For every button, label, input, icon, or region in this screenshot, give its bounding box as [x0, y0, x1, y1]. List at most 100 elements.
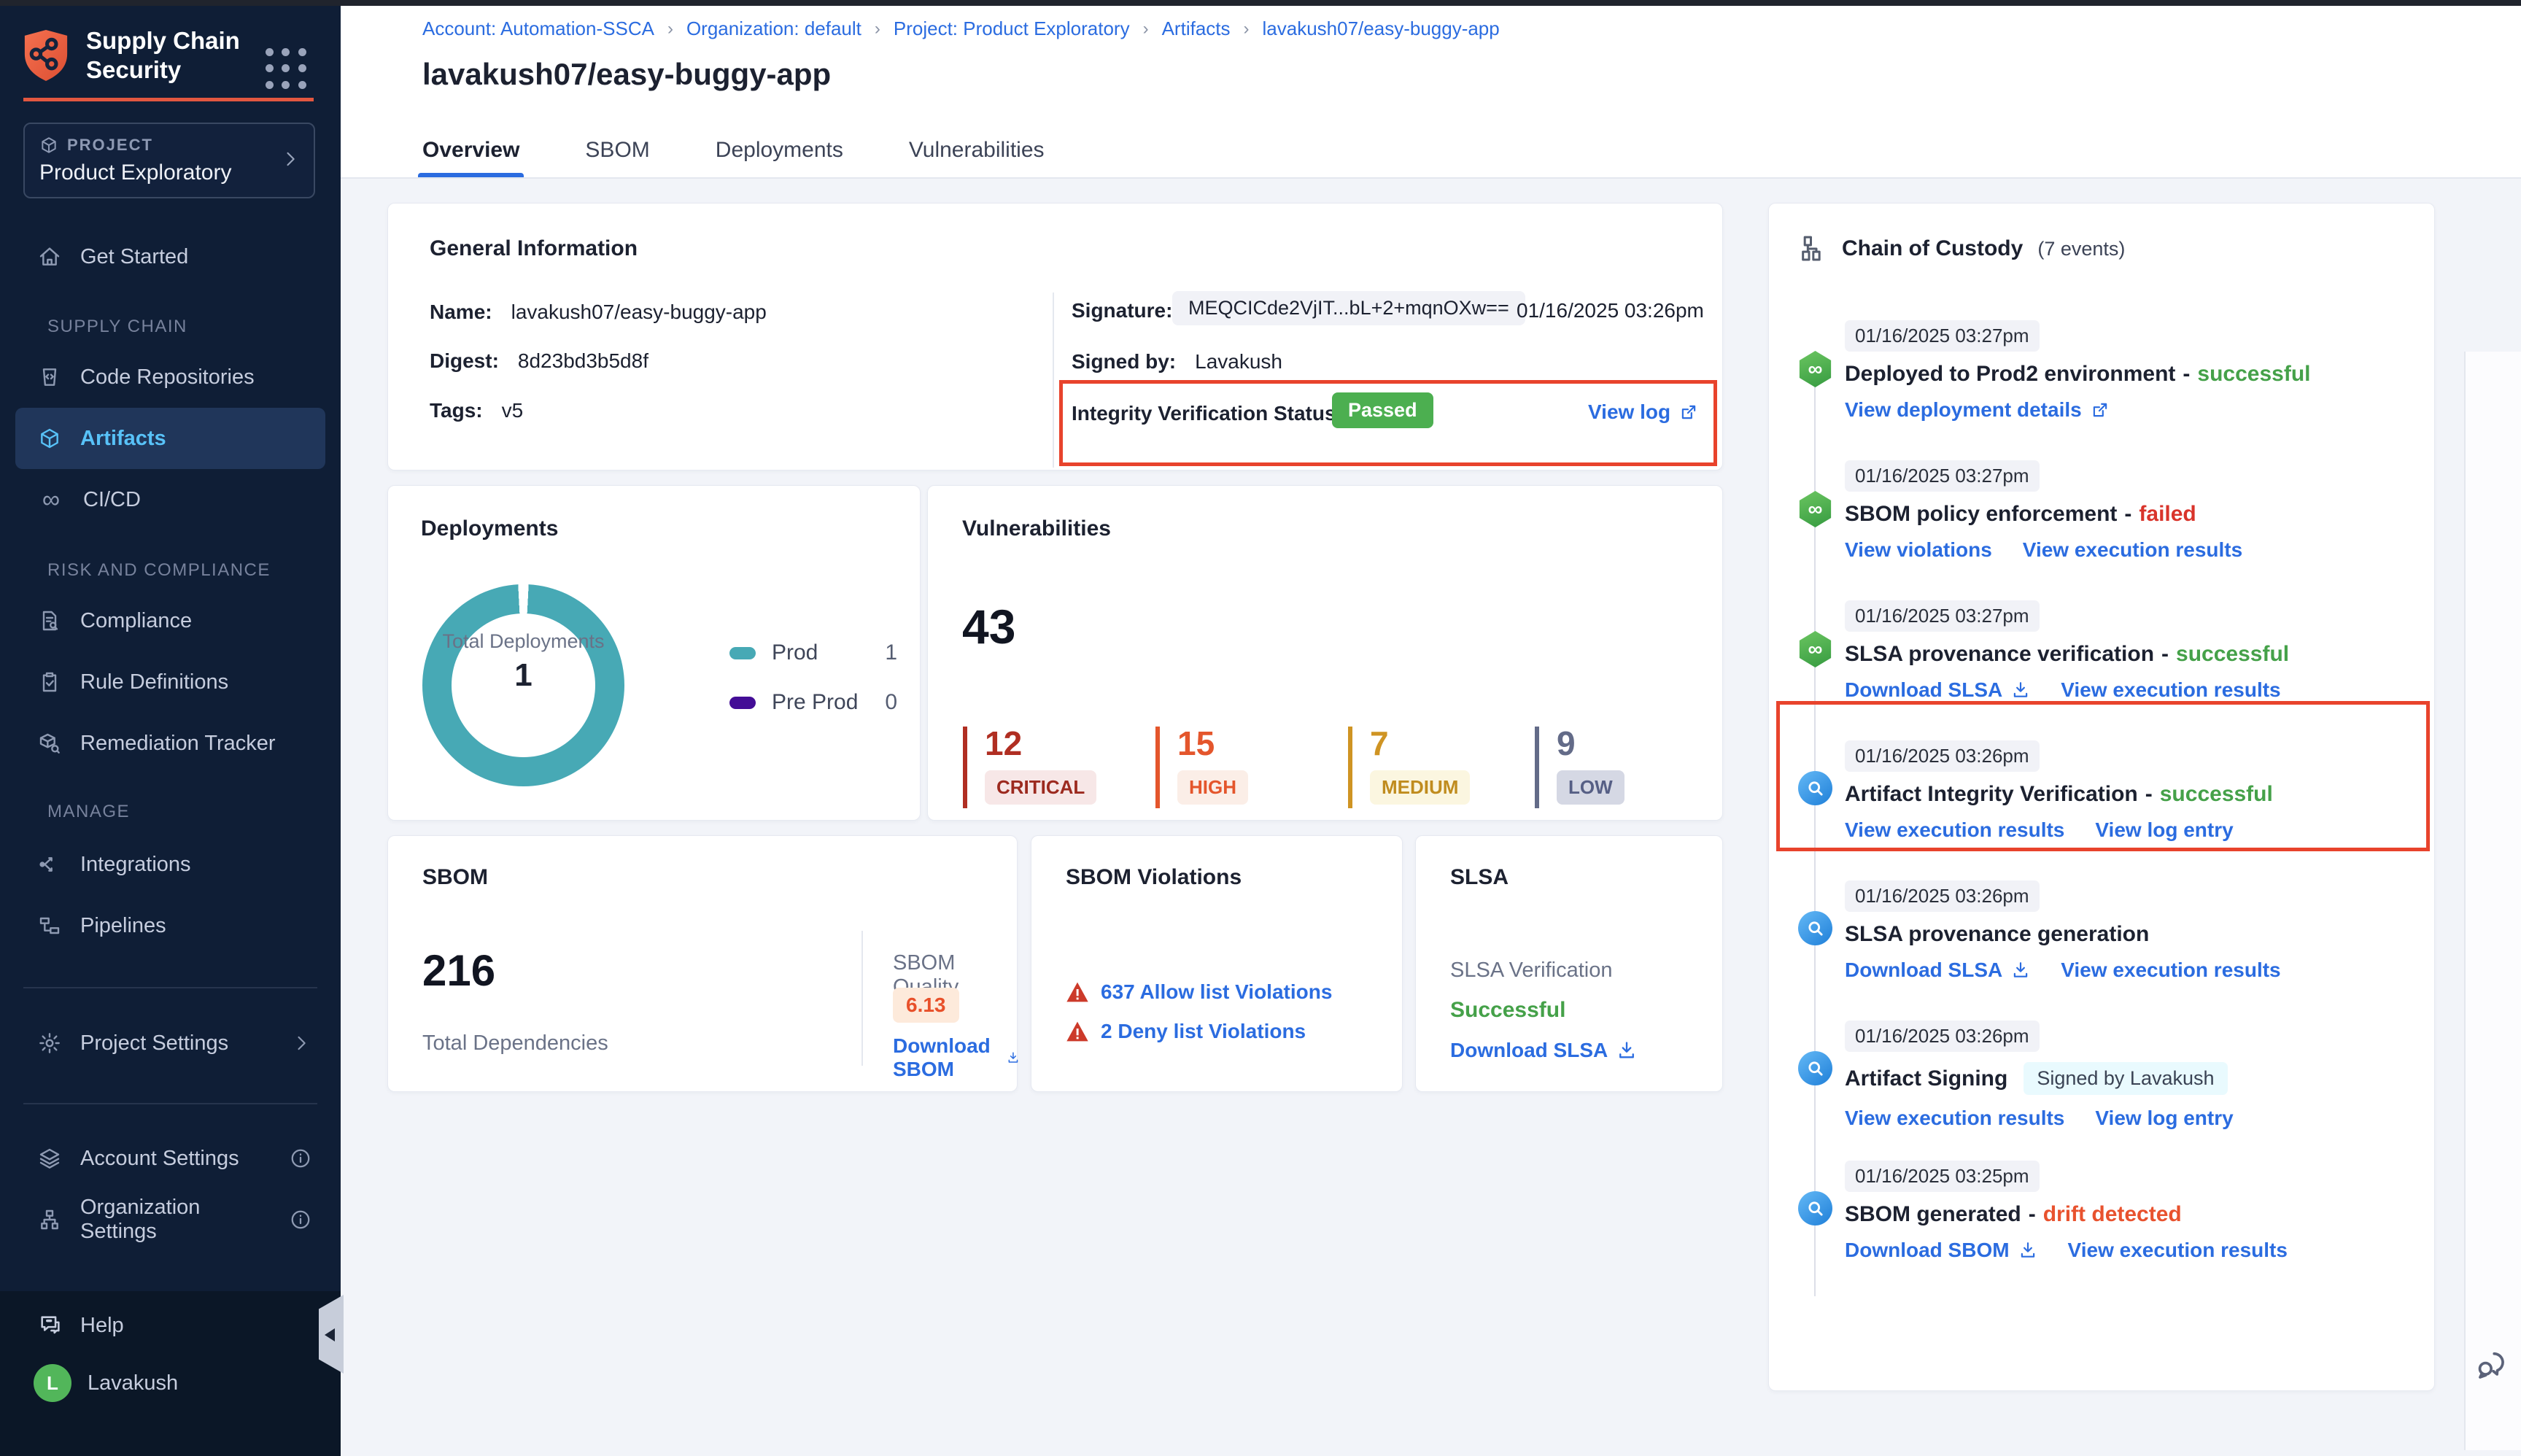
breadcrumb-organization[interactable]: Organization: default [686, 18, 861, 40]
integrity-status-label: Integrity Verification Status: [1072, 402, 1343, 425]
view-execution-results-link[interactable]: View execution results [2061, 959, 2280, 982]
download-sbom-link[interactable]: Download SBOM [1845, 1239, 2037, 1262]
breadcrumb-separator: › [667, 19, 673, 39]
medium-badge: MEDIUM [1370, 770, 1470, 805]
severity-high: 15 HIGH [1155, 727, 1248, 808]
info-icon[interactable] [290, 1147, 311, 1169]
sidebar-item-artifacts[interactable]: Artifacts [15, 408, 325, 469]
card-title: Chain of Custody [1842, 236, 2023, 261]
code-repo-icon [38, 365, 61, 389]
download-slsa-link[interactable]: Download SLSA [1450, 1039, 1637, 1062]
download-icon [1007, 1048, 1020, 1068]
sidebar-item-pipelines[interactable]: Pipelines [0, 895, 341, 956]
vulnerabilities-card: Vulnerabilities 43 12 CRITICAL 15 HIGH 7… [927, 485, 1723, 821]
sidebar-item-rule-definitions[interactable]: Rule Definitions [0, 651, 341, 713]
donut-center-label: Total Deployments 1 [422, 628, 624, 694]
download-slsa-link[interactable]: Download SLSA [1845, 678, 2030, 702]
tags-value: v5 [502, 399, 524, 422]
section-label-supply-chain: SUPPLY CHAIN [0, 315, 341, 338]
allow-list-violations-link[interactable]: 637 Allow list Violations [1101, 980, 1332, 1004]
tab-sbom[interactable]: SBOM [585, 123, 649, 177]
view-log-entry-link[interactable]: View log entry [2095, 818, 2233, 842]
event-status: successful [2160, 782, 2273, 807]
deploy-pipeline-icon: ∞ [1798, 351, 1832, 387]
gear-icon [38, 1031, 61, 1055]
legend-item-pre-prod: Pre Prod 0 [729, 690, 897, 715]
sidebar-item-project-settings[interactable]: Project Settings [0, 1012, 341, 1074]
view-deployment-details-link[interactable]: View deployment details [1845, 398, 2110, 422]
sidebar-item-organization-settings[interactable]: Organization Settings [0, 1189, 341, 1250]
tab-overview[interactable]: Overview [422, 123, 519, 177]
event-timestamp: 01/16/2025 03:25pm [1845, 1161, 2040, 1192]
divider [23, 1103, 317, 1104]
download-slsa-link[interactable]: Download SLSA [1845, 959, 2030, 982]
view-log-entry-link[interactable]: View log entry [2095, 1107, 2233, 1130]
view-log-link[interactable]: View log [1588, 400, 1698, 424]
sidebar-footer: Help L Lavakush [0, 1291, 341, 1456]
view-execution-results-link[interactable]: View execution results [2068, 1239, 2288, 1262]
tab-deployments[interactable]: Deployments [716, 123, 843, 177]
help-button[interactable]: Help [0, 1291, 341, 1338]
info-icon[interactable] [290, 1209, 311, 1231]
view-execution-results-link[interactable]: View execution results [2061, 678, 2280, 702]
clipboard-check-icon [38, 670, 61, 694]
help-chat-icon [38, 1313, 63, 1338]
hierarchy-icon [1798, 234, 1827, 263]
severity-medium: 7 MEDIUM [1348, 727, 1470, 808]
custody-timeline: ∞ 01/16/2025 03:27pm Deployed to Prod2 e… [1798, 320, 2420, 1301]
view-violations-link[interactable]: View violations [1845, 538, 1992, 562]
feedback-chat-icon[interactable] [2473, 1347, 2511, 1385]
donut-legend: Prod 1 Pre Prod 0 [729, 640, 897, 715]
deny-list-violations-link[interactable]: 2 Deny list Violations [1101, 1020, 1306, 1043]
external-link-icon [2091, 400, 2110, 419]
event-status: successful [2176, 642, 2289, 667]
event-timestamp: 01/16/2025 03:26pm [1845, 1021, 2040, 1052]
severity-low: 9 LOW [1535, 727, 1624, 808]
severity-critical: 12 CRITICAL [963, 727, 1096, 808]
magnifier-icon [1805, 1199, 1826, 1219]
sidebar-item-code-repositories[interactable]: Code Repositories [0, 346, 341, 408]
critical-badge: CRITICAL [985, 770, 1096, 805]
scan-step-icon [1798, 1191, 1832, 1225]
sidebar-item-integrations[interactable]: Integrations [0, 834, 341, 895]
download-sbom-link[interactable]: Download SBOM [893, 1034, 1020, 1081]
breadcrumb-separator: › [1244, 19, 1250, 39]
deploy-pipeline-icon: ∞ [1798, 631, 1832, 667]
breadcrumb-project[interactable]: Project: Product Exploratory [894, 18, 1130, 40]
sidebar-item-compliance[interactable]: Compliance [0, 590, 341, 651]
breadcrumb-artifact-name[interactable]: lavakush07/easy-buggy-app [1263, 18, 1500, 40]
box-remediation-icon [38, 732, 61, 755]
sidebar-item-get-started[interactable]: Get Started [0, 226, 341, 287]
event-status: failed [2139, 502, 2196, 527]
breadcrumb-account[interactable]: Account: Automation-SSCA [422, 18, 654, 40]
view-execution-results-link[interactable]: View execution results [2023, 538, 2242, 562]
sidebar-item-account-settings[interactable]: Account Settings [0, 1128, 341, 1189]
brand-divider [23, 98, 314, 101]
integrations-icon [38, 853, 61, 876]
tab-vulnerabilities[interactable]: Vulnerabilities [909, 123, 1045, 177]
download-icon [2018, 1241, 2037, 1260]
card-title: General Information [430, 236, 638, 261]
custody-event-deployed: ∞ 01/16/2025 03:27pm Deployed to Prod2 e… [1798, 320, 2420, 460]
magnifier-icon [1805, 1058, 1826, 1079]
app-title: Supply Chain Security [86, 26, 240, 85]
home-icon [38, 245, 61, 268]
user-menu[interactable]: L Lavakush [0, 1338, 341, 1402]
event-status: drift detected [2043, 1202, 2182, 1227]
sidebar: Supply Chain Security PROJECT Product Ex… [0, 6, 341, 1450]
scan-step-icon [1798, 771, 1832, 805]
event-timestamp: 01/16/2025 03:26pm [1845, 880, 2040, 912]
module-switcher-grid-icon[interactable] [266, 48, 308, 90]
tags-label: Tags: [430, 399, 483, 422]
page-header: Account: Automation-SSCA › Organization: … [341, 6, 2521, 179]
name-label: Name: [430, 301, 492, 324]
layers-gear-icon [38, 1147, 61, 1170]
sidebar-item-remediation-tracker[interactable]: Remediation Tracker [0, 713, 341, 774]
view-execution-results-link[interactable]: View execution results [1845, 818, 2064, 842]
vulnerabilities-total: 43 [962, 599, 1015, 654]
card-title: SBOM [422, 865, 488, 890]
breadcrumb-artifacts[interactable]: Artifacts [1162, 18, 1231, 40]
project-selector[interactable]: PROJECT Product Exploratory [23, 123, 315, 198]
sidebar-item-cicd[interactable]: ∞ CI/CD [0, 469, 341, 530]
view-execution-results-link[interactable]: View execution results [1845, 1107, 2064, 1130]
